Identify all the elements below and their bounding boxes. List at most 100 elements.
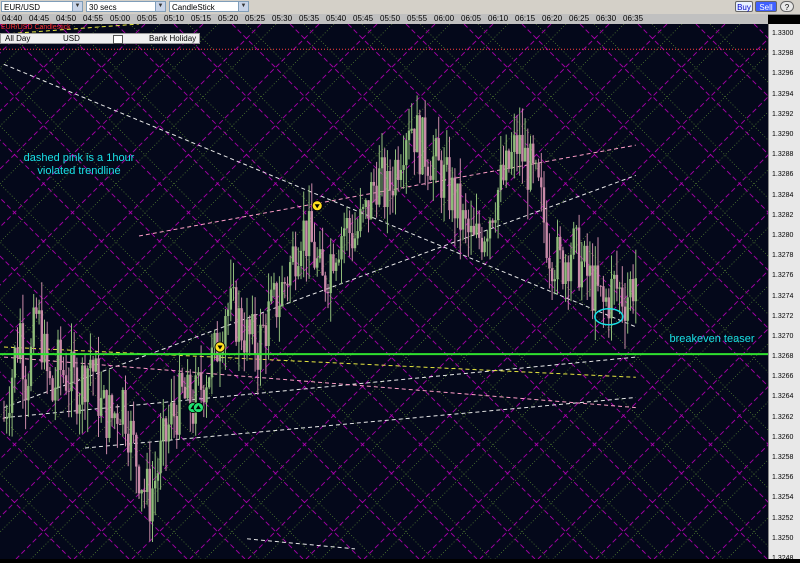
candle-body	[591, 265, 594, 311]
price-tick-label: 1.3248	[772, 555, 794, 562]
candle-body	[270, 289, 273, 302]
period-label: All Day	[5, 34, 31, 43]
candle-body	[62, 369, 65, 376]
candle-body	[440, 160, 443, 198]
chart-style-select[interactable]: CandleStick ▼	[169, 1, 249, 12]
candle-body	[37, 310, 41, 314]
price-tick-label: 1.3264	[772, 393, 794, 401]
symbol-select[interactable]: EUR/USD ▼	[1, 1, 83, 12]
candle-body	[289, 262, 292, 286]
candle-body	[286, 283, 289, 286]
candle-body	[418, 115, 421, 175]
trendline-annotation: dashed pink is a 1hour violated trendlin…	[14, 152, 144, 178]
candle-body	[621, 287, 624, 307]
candle-body	[267, 301, 270, 347]
candle-body	[51, 378, 54, 401]
chevron-down-icon[interactable]: ▼	[72, 2, 82, 11]
candle-body	[588, 265, 592, 276]
candle-body	[405, 140, 408, 166]
interval-select[interactable]: 30 secs ▼	[86, 1, 166, 12]
candle-body	[545, 222, 548, 258]
candle-body	[305, 220, 308, 257]
candle-body	[548, 257, 551, 269]
candle-body	[602, 286, 605, 302]
candle-body	[340, 236, 343, 260]
candle-body	[634, 278, 637, 302]
candle-body	[329, 254, 332, 294]
price-tick-label: 1.3290	[772, 131, 794, 139]
candle-body	[540, 177, 543, 188]
candle-body	[191, 411, 195, 424]
candle-body	[534, 162, 538, 164]
price-tick-label: 1.3256	[772, 474, 794, 482]
candle-body	[580, 261, 583, 288]
candle-body	[326, 291, 330, 294]
candle-body	[129, 420, 133, 453]
price-tick-label: 1.3294	[772, 90, 794, 98]
candle-body	[569, 254, 573, 282]
sell-button[interactable]: Sell	[755, 1, 777, 12]
candle-body	[70, 351, 73, 392]
candle-body	[240, 308, 243, 341]
candle-body	[27, 386, 30, 401]
time-tick-label: 05:25	[245, 14, 266, 23]
candle-body	[89, 359, 92, 369]
candle-body	[469, 225, 473, 233]
candle-body	[375, 185, 378, 205]
holiday-checkbox[interactable]	[113, 35, 123, 44]
chevron-down-icon[interactable]: ▼	[155, 2, 165, 11]
candle-body	[575, 227, 578, 229]
candle-body	[313, 241, 316, 268]
help-button[interactable]: ?	[780, 1, 794, 12]
candle-body	[442, 164, 446, 198]
candle-body	[318, 249, 322, 259]
candle-body	[56, 339, 60, 388]
candle-body	[243, 340, 246, 353]
candle-body	[259, 324, 262, 370]
candle-body	[513, 135, 516, 152]
candle-body	[218, 354, 222, 362]
candle-body	[486, 238, 489, 242]
candle-body	[248, 319, 251, 335]
candle-body	[559, 236, 562, 251]
buy-button[interactable]: Buy	[735, 1, 753, 12]
candle-body	[510, 151, 513, 169]
candle-body	[599, 285, 602, 287]
candle-body	[194, 375, 197, 424]
candle-body	[577, 227, 581, 288]
candle-body	[553, 279, 556, 282]
candle-body	[83, 365, 87, 403]
price-tick-label: 1.3280	[772, 231, 794, 239]
candle-body	[172, 402, 176, 417]
chart-canvas[interactable]	[0, 24, 768, 559]
candle-body	[24, 379, 27, 401]
candle-body	[421, 117, 424, 175]
price-tick-label: 1.3260	[772, 433, 794, 441]
chevron-down-icon[interactable]: ▼	[238, 2, 248, 11]
candle-body	[413, 128, 416, 153]
candle-body	[491, 220, 494, 223]
candle-body	[294, 246, 297, 277]
trendline-annotation-line1: dashed pink is a 1hour	[23, 152, 135, 164]
currency-label: USD	[63, 34, 80, 43]
time-tick-label: 05:00	[110, 14, 131, 23]
candle-body	[494, 220, 497, 223]
time-axis: 04:40 04:45 04:50 04:55 05:00 05:05 05:10 05:15…	[0, 14, 768, 24]
candle-body	[148, 468, 151, 522]
candle-body	[81, 365, 84, 405]
candle-body	[607, 297, 610, 319]
candle-body	[478, 223, 481, 238]
time-tick-label: 05:35	[299, 14, 320, 23]
candle-body	[378, 168, 381, 205]
candle-body	[445, 157, 448, 165]
candle-body	[91, 359, 95, 372]
candle-body	[526, 147, 529, 190]
candle-body	[2, 417, 6, 419]
candle-body	[424, 117, 427, 167]
candle-body	[156, 473, 160, 481]
candle-body	[615, 274, 619, 289]
candle-body	[453, 177, 457, 219]
candle-body	[178, 372, 181, 435]
candle-body	[154, 480, 157, 489]
holiday-label: Bank Holiday	[149, 34, 197, 43]
